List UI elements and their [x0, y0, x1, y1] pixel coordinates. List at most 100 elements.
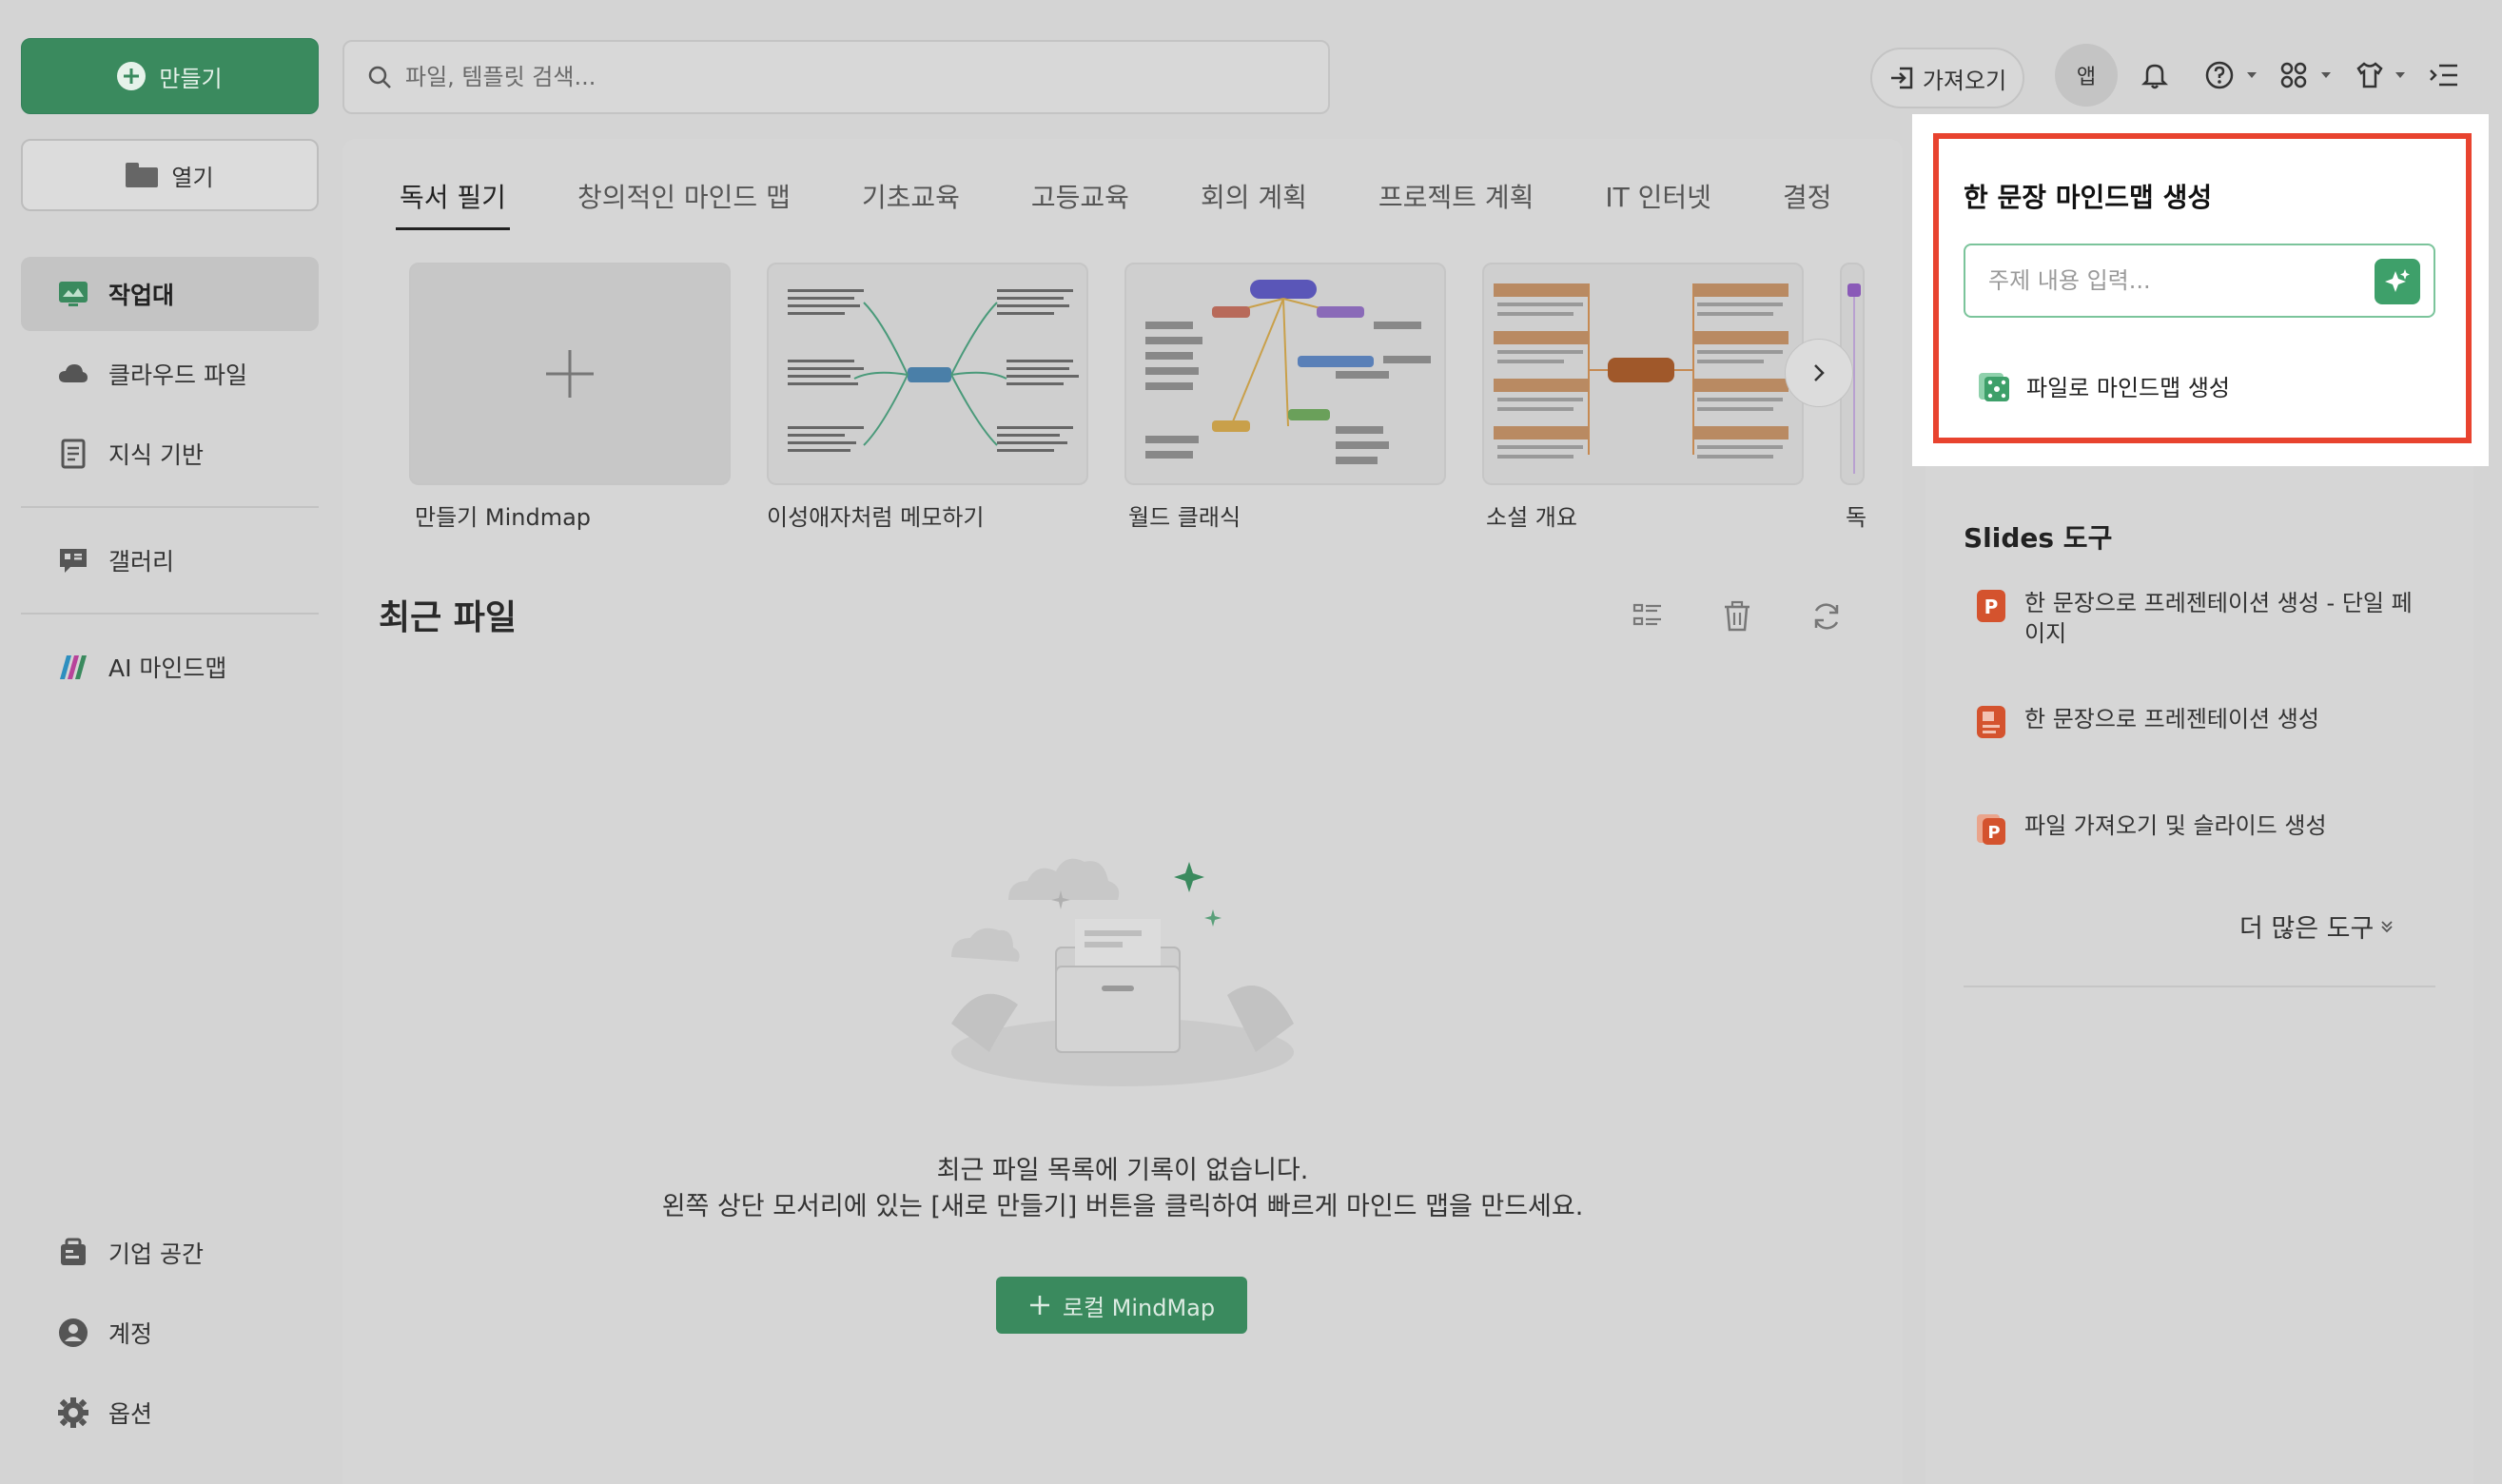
- sidebar-item-label: AI 마인드맵: [108, 654, 227, 682]
- svg-text:P: P: [1987, 823, 2000, 843]
- local-mindmap-button[interactable]: 로컬 MindMap: [996, 1277, 1247, 1334]
- sidebar-item-ai-mindmap[interactable]: AI 마인드맵: [21, 630, 319, 704]
- open-button[interactable]: 열기: [21, 139, 319, 211]
- tab-reading-notes[interactable]: 독서 필기: [396, 177, 510, 230]
- import-icon: [1890, 67, 1913, 89]
- app-button[interactable]: 앱: [2055, 44, 2118, 107]
- create-button-label: 만들기: [159, 65, 223, 92]
- file-powerpoint-icon: P: [1977, 814, 2005, 845]
- template-card-blank[interactable]: [409, 263, 731, 485]
- tab-project-plan[interactable]: 프로젝트 계획: [1378, 177, 1534, 230]
- app-button-label: 앱: [2076, 66, 2097, 89]
- template-label: 월드 클래식: [1128, 504, 1241, 531]
- tabs-clip: 독서 필기 창의적인 마인드 맵 기초교육 고등교육 회의 계획 프로젝트 계획…: [342, 139, 1865, 244]
- refresh-icon: [1814, 603, 1839, 630]
- chevron-right-icon: [1814, 364, 1825, 381]
- local-mindmap-label: 로컬 MindMap: [1062, 1294, 1216, 1321]
- refresh-button[interactable]: [1809, 599, 1844, 634]
- sidebar-item-label: 지식 기반: [108, 441, 204, 469]
- tab-higher-education[interactable]: 고등교육: [1031, 177, 1129, 230]
- import-button-label: 가져오기: [1922, 67, 2007, 94]
- powerpoint-icon: P: [1977, 590, 2005, 622]
- workbench-icon: [59, 282, 88, 306]
- topic-input[interactable]: [1988, 267, 2350, 294]
- sidebar-item-knowledge-base[interactable]: 지식 기반: [21, 417, 319, 491]
- sidebar-item-label: 클라우드 파일: [108, 361, 247, 389]
- tab-decision[interactable]: 결정: [1783, 177, 1832, 230]
- skin-button[interactable]: [2354, 59, 2386, 91]
- mindmap-from-file-link[interactable]: 파일로 마인드맵 생성: [1975, 367, 2230, 403]
- trash-button[interactable]: [1720, 599, 1754, 634]
- sidebar-item-workbench[interactable]: 작업대: [21, 257, 319, 331]
- panel-toggle-button[interactable]: [2428, 59, 2460, 91]
- bell-icon: [2140, 64, 2169, 89]
- apps-grid-icon: [2280, 62, 2307, 88]
- empty-box-illustration: [951, 858, 1294, 1086]
- mindmap-thumbnail: [788, 289, 1079, 452]
- gallery-chat-icon: [60, 549, 87, 573]
- tab-creative-mindmap[interactable]: 창의적인 마인드 맵: [577, 177, 791, 230]
- slides-tool-label: 한 문장으로 프레젠테이션 생성: [2024, 706, 2319, 732]
- plus-icon: [1029, 1296, 1049, 1315]
- account-icon: [59, 1318, 88, 1347]
- carousel-next-button[interactable]: [1785, 339, 1853, 407]
- slides-tools-title: Slides 도구: [1964, 522, 2113, 554]
- help-button[interactable]: [2203, 59, 2236, 91]
- empty-state-hint: 왼쪽 상단 모서리에 있는 [새로 만들기] 버튼을 클릭하여 빠르게 마인드 …: [661, 1192, 1584, 1221]
- topic-input-box[interactable]: [1964, 244, 2435, 318]
- main-panel: 독서 필기 창의적인 마인드 맵 기초교육 고등교육 회의 계획 프로젝트 계획…: [342, 139, 1903, 1484]
- help-icon: [2205, 61, 2234, 89]
- search-box[interactable]: [342, 40, 1330, 114]
- tab-basic-education[interactable]: 기초교육: [862, 177, 960, 230]
- template-label: 만들기 Mindmap: [415, 504, 592, 531]
- plus-circle-icon: [117, 62, 147, 90]
- enterprise-icon: [61, 1238, 86, 1265]
- search-input[interactable]: [405, 64, 1261, 90]
- tab-meeting-plan[interactable]: 회의 계획: [1201, 177, 1307, 230]
- gear-icon: [58, 1397, 88, 1428]
- sidebar-item-options[interactable]: 옵션: [21, 1376, 319, 1450]
- slides-tool-import-file[interactable]: P 파일 가져오기 및 슬라이드 생성: [1975, 810, 2432, 847]
- slides-tool-single-page[interactable]: P 한 문장으로 프레젠테이션 생성 - 단일 페이지: [1975, 588, 2432, 649]
- sidebar-item-cloud-files[interactable]: 클라우드 파일: [21, 337, 319, 411]
- sidebar-item-label: 갤러리: [108, 548, 175, 576]
- plus-icon: [546, 350, 594, 398]
- bell-button[interactable]: [2139, 59, 2171, 91]
- double-chevron-down-icon: [2381, 920, 2394, 932]
- apps-grid-button[interactable]: [2277, 59, 2310, 91]
- template-label: 독: [1846, 504, 1867, 531]
- sidebar-divider: [21, 613, 319, 615]
- template-label: 이성애자처럼 메모하기: [767, 504, 985, 531]
- sidebar-item-enterprise-space[interactable]: 기업 공간: [21, 1216, 319, 1290]
- template-label: 소설 개요: [1486, 504, 1577, 531]
- sparkle-icon: [2385, 269, 2410, 292]
- sidebar-item-account[interactable]: 계정: [21, 1296, 319, 1370]
- list-menu-icon: [2430, 64, 2457, 87]
- slides-tool-presentation[interactable]: 한 문장으로 프레젠테이션 생성: [1975, 704, 2432, 740]
- recent-files-title: 최근 파일: [379, 598, 518, 637]
- slides-tool-label: 한 문장으로 프레젠테이션 생성 - 단일 페이지: [2024, 590, 2413, 647]
- generate-button[interactable]: [2375, 259, 2420, 304]
- list-view-button[interactable]: [1631, 599, 1665, 634]
- template-card-world-classic[interactable]: [1124, 263, 1446, 485]
- template-tabs: 독서 필기 창의적인 마인드 맵 기초교육 고등교육 회의 계획 프로젝트 계획…: [396, 177, 1865, 230]
- template-card-notes[interactable]: [767, 263, 1088, 485]
- chevron-down-icon: [2247, 72, 2257, 78]
- empty-state-message: 최근 파일 목록에 기록이 없습니다.: [936, 1156, 1309, 1185]
- sidebar-item-gallery[interactable]: 갤러리: [21, 523, 319, 597]
- template-card-novel-outline[interactable]: [1482, 263, 1804, 485]
- book-icon: [61, 439, 86, 469]
- tab-it-internet[interactable]: IT 인터넷: [1605, 177, 1711, 230]
- sidebar-item-label: 기업 공간: [108, 1240, 204, 1268]
- more-tools-button[interactable]: 더 많은 도구: [2239, 908, 2394, 945]
- ai-mindmap-logo-icon: [60, 655, 87, 679]
- folder-icon: [126, 163, 159, 187]
- create-button[interactable]: 만들기: [21, 38, 319, 114]
- sidebar: 만들기 열기 작업대 클라우드 파일 지식 기반 갤러리 AI 마인드맵 기업 …: [0, 0, 340, 1484]
- list-view-icon: [1632, 603, 1661, 626]
- svg-text:P: P: [1984, 596, 1999, 618]
- open-button-label: 열기: [171, 164, 214, 191]
- import-button[interactable]: 가져오기: [1870, 48, 2024, 108]
- mindmap-from-file-label: 파일로 마인드맵 생성: [2026, 374, 2230, 401]
- sidebar-item-label: 옵션: [108, 1400, 153, 1428]
